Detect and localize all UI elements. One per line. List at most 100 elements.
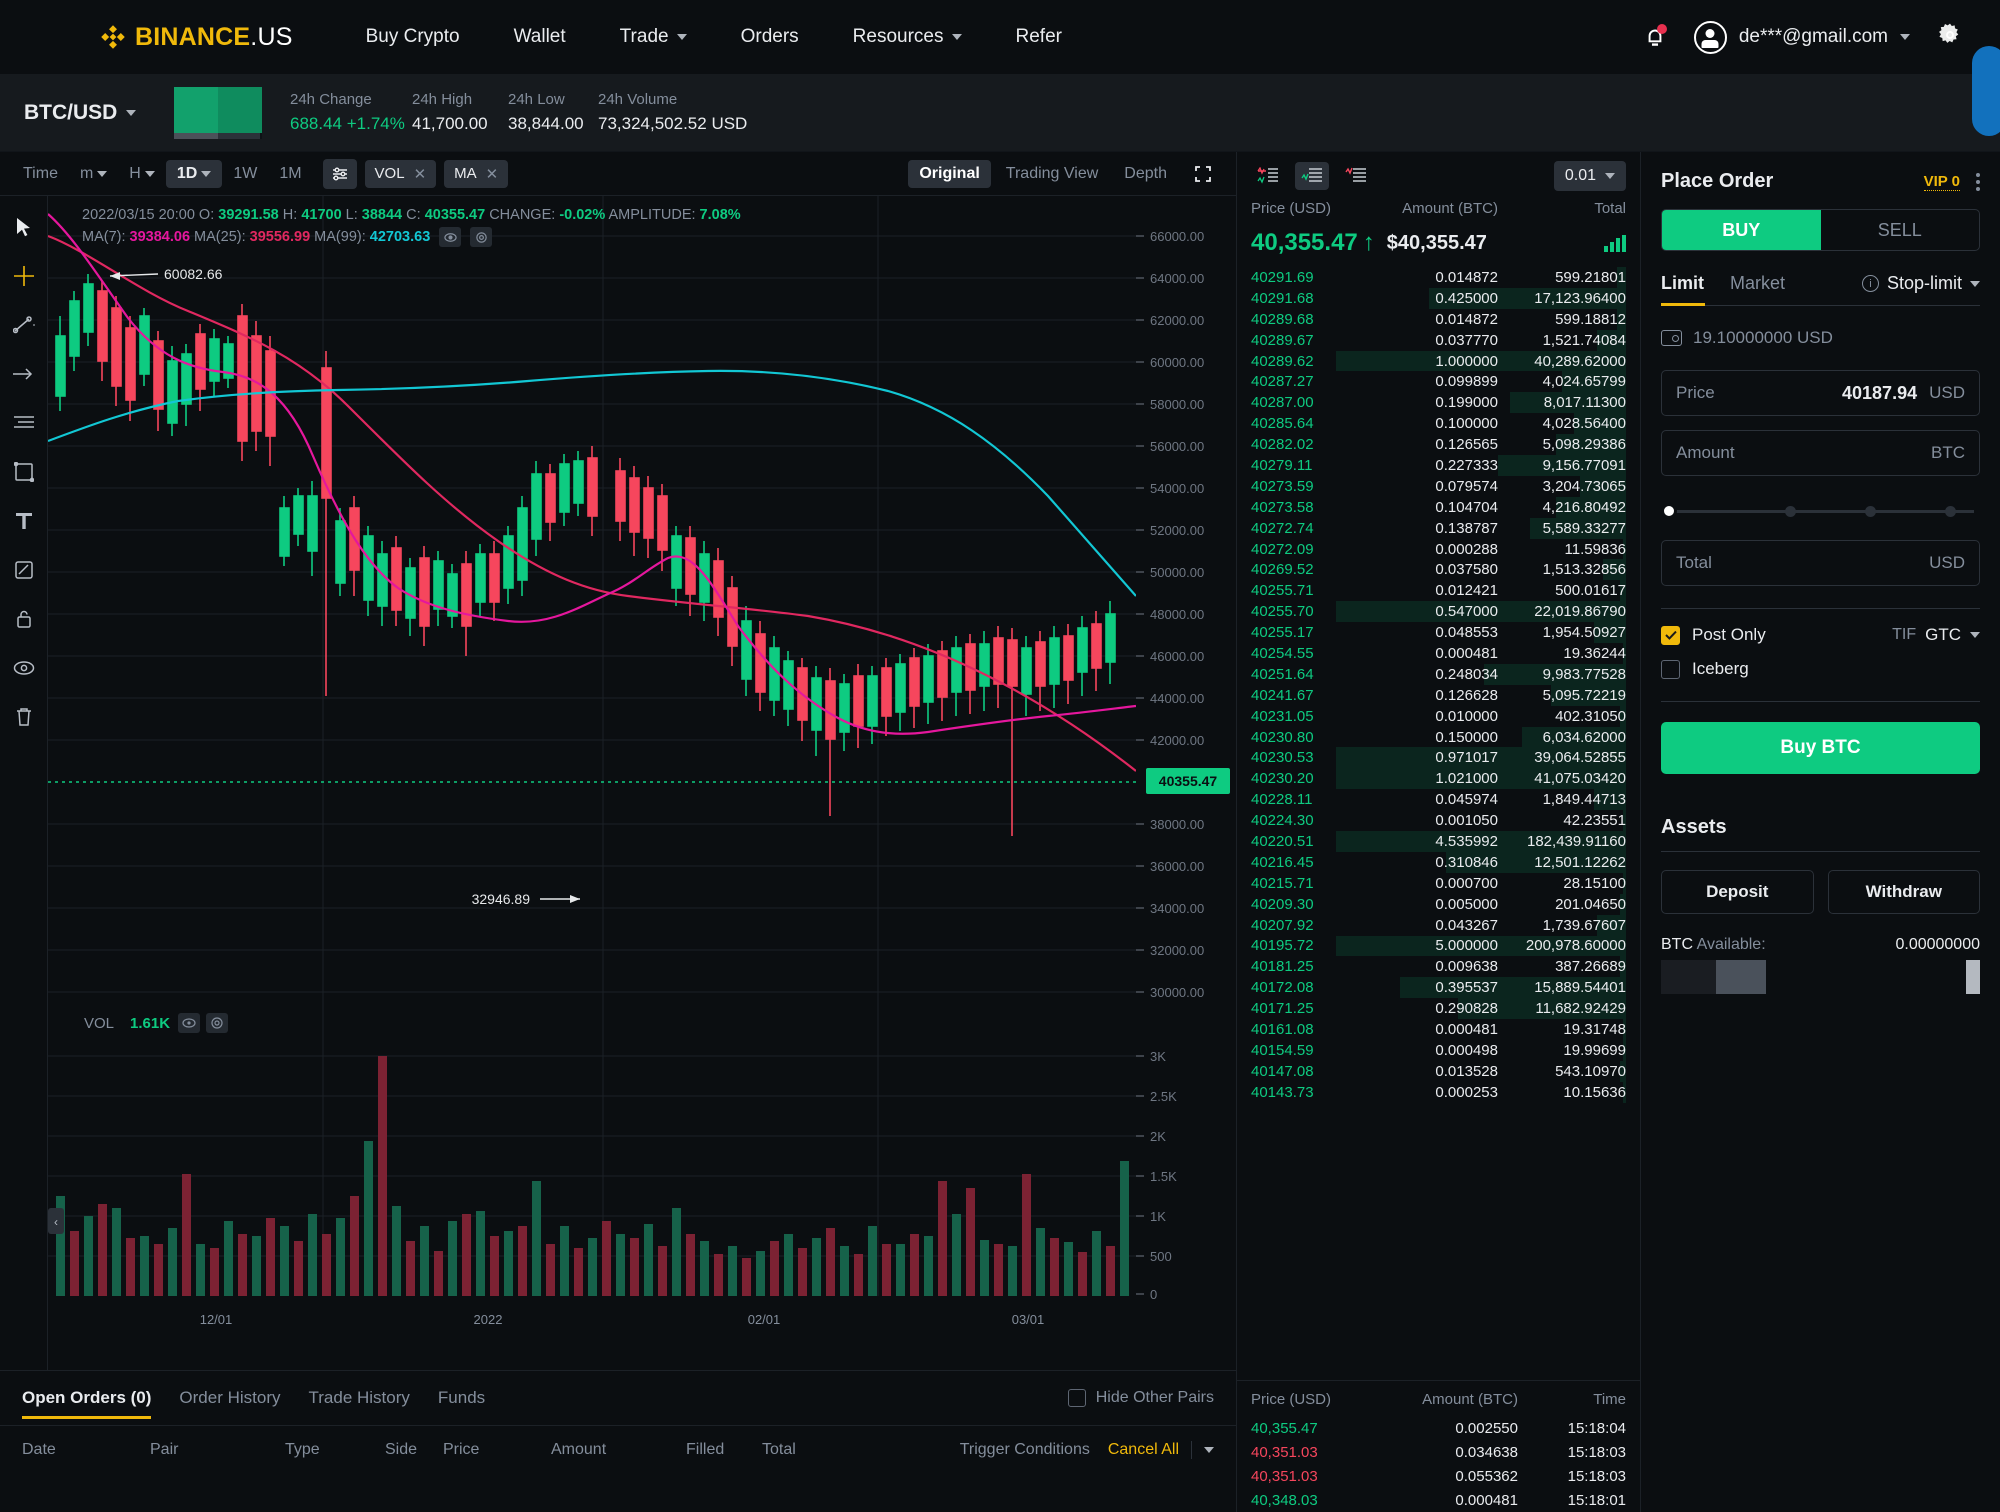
order-book-row[interactable]: 40154.590.00049819.99699	[1237, 1040, 1640, 1061]
nav-item-orders[interactable]: Orders	[714, 26, 826, 48]
price-chart-plot[interactable]: 60082.66 32946.89	[48, 196, 1236, 1370]
tab-trade-history[interactable]: Trade History	[295, 1371, 424, 1425]
brush-tool-icon[interactable]	[11, 557, 37, 583]
book-view-bids-icon[interactable]	[1295, 162, 1329, 190]
visibility-tool-icon[interactable]	[11, 655, 37, 681]
sell-tab[interactable]: SELL	[1821, 210, 1980, 250]
order-book-row[interactable]: 40287.270.0998994,024.65799	[1237, 371, 1640, 392]
order-book-row[interactable]: 40272.740.1387875,589.33277	[1237, 518, 1640, 539]
order-book-row[interactable]: 40291.690.014872599.21801	[1237, 267, 1640, 288]
order-book-row[interactable]: 40289.680.014872599.18812	[1237, 309, 1640, 330]
fullscreen-icon[interactable]	[1182, 159, 1224, 189]
close-icon[interactable]: ✕	[414, 165, 427, 183]
stop-limit-selector[interactable]: i Stop-limit	[1862, 273, 1980, 294]
order-book-row[interactable]: 40273.580.1047044,216.80492	[1237, 497, 1640, 518]
order-book-row[interactable]: 40143.730.00025310.15636	[1237, 1082, 1640, 1103]
checkbox-icon[interactable]	[1068, 1389, 1086, 1407]
order-book-row[interactable]: 40289.670.0377701,521.74084	[1237, 330, 1640, 351]
order-book-row[interactable]: 40209.300.005000201.04650	[1237, 894, 1640, 915]
order-book-row[interactable]: 40195.725.000000200,978.60000	[1237, 936, 1640, 957]
indicator-chip-ma[interactable]: MA ✕	[444, 160, 508, 188]
order-book-row[interactable]: 40172.080.39553715,889.54401	[1237, 977, 1640, 998]
interval-1m[interactable]: 1M	[268, 160, 312, 188]
nav-item-resources[interactable]: Resources	[826, 26, 989, 48]
order-book-row[interactable]: 40228.110.0459741,849.44713	[1237, 789, 1640, 810]
delete-tool-icon[interactable]	[11, 704, 37, 730]
amount-percent-slider[interactable]	[1661, 496, 1980, 526]
order-book-row[interactable]: 40216.450.31084612,501.12262	[1237, 852, 1640, 873]
order-book-row[interactable]: 40241.670.1266285,095.72219	[1237, 685, 1640, 706]
order-book-row[interactable]: 40269.520.0375801,513.32856	[1237, 559, 1640, 580]
order-book-rows[interactable]: 40291.690.014872599.2180140291.680.42500…	[1237, 267, 1640, 1380]
order-book-row[interactable]: 40251.640.2480349,983.77528	[1237, 664, 1640, 685]
deposit-button[interactable]: Deposit	[1661, 870, 1814, 914]
more-options-icon[interactable]	[1976, 173, 1980, 191]
view-depth[interactable]: Depth	[1113, 160, 1178, 188]
tab-market[interactable]: Market	[1730, 273, 1785, 294]
order-book-row[interactable]: 40231.050.010000402.31050	[1237, 706, 1640, 727]
eye-icon[interactable]	[439, 227, 461, 247]
interval-minutes[interactable]: m	[69, 160, 118, 188]
lock-tool-icon[interactable]	[11, 606, 37, 632]
order-book-row[interactable]: 40181.250.009638387.26689	[1237, 956, 1640, 977]
arrow-tool-icon[interactable]	[11, 361, 37, 387]
slider-node-50[interactable]	[1865, 506, 1876, 517]
amount-field[interactable]: Amount BTC	[1661, 430, 1980, 476]
order-book-row[interactable]: 40255.710.012421500.01617	[1237, 580, 1640, 601]
order-book-row[interactable]: 40272.090.00028811.59836	[1237, 539, 1640, 560]
book-view-both-icon[interactable]	[1251, 162, 1285, 190]
order-book-row[interactable]: 40147.080.013528543.10970	[1237, 1061, 1640, 1082]
slider-knob[interactable]	[1661, 503, 1677, 519]
order-book-row[interactable]: 40230.201.02100041,075.03420	[1237, 768, 1640, 789]
book-view-asks-icon[interactable]	[1339, 162, 1373, 190]
order-book-row[interactable]: 40255.170.0485531,954.50927	[1237, 622, 1640, 643]
order-book-row[interactable]: 40230.530.97101739,064.52855	[1237, 747, 1640, 768]
post-only-checkbox[interactable]	[1661, 626, 1680, 645]
interval-1d[interactable]: 1D	[166, 160, 222, 188]
slider-node-25[interactable]	[1785, 506, 1796, 517]
order-book-row[interactable]: 40161.080.00048119.31748	[1237, 1019, 1640, 1040]
tab-limit[interactable]: Limit	[1661, 273, 1704, 294]
price-field[interactable]: Price 40187.94 USD	[1661, 370, 1980, 416]
order-book-row[interactable]: 40220.514.535992182,439.91160	[1237, 831, 1640, 852]
trend-line-tool-icon[interactable]	[11, 312, 37, 338]
notifications-button[interactable]	[1642, 24, 1668, 50]
order-book-row[interactable]: 40289.621.00000040,289.62000	[1237, 351, 1640, 372]
order-book-row[interactable]: 40207.920.0432671,739.67607	[1237, 915, 1640, 936]
order-book-row[interactable]: 40285.640.1000004,028.56400	[1237, 413, 1640, 434]
total-field[interactable]: Total USD	[1661, 540, 1980, 586]
close-icon[interactable]: ✕	[486, 165, 499, 183]
order-book-row[interactable]: 40230.800.1500006,034.62000	[1237, 727, 1640, 748]
indicator-settings-icon[interactable]	[323, 159, 357, 189]
order-book-row[interactable]: 40215.710.00070028.15100	[1237, 873, 1640, 894]
order-book-row[interactable]: 40224.300.00105042.23551	[1237, 810, 1640, 831]
user-menu[interactable]: de***@gmail.com	[1694, 21, 1910, 54]
iceberg-checkbox[interactable]	[1661, 660, 1680, 679]
pair-selector[interactable]: BTC/USD	[24, 101, 174, 125]
horizontal-lines-tool-icon[interactable]	[11, 410, 37, 436]
order-book-row[interactable]: 40279.110.2273339,156.77091	[1237, 455, 1640, 476]
indicator-chip-vol[interactable]: VOL ✕	[365, 160, 437, 188]
cursor-tool-icon[interactable]	[11, 214, 37, 240]
settings-button[interactable]	[1936, 21, 1964, 54]
nav-item-refer[interactable]: Refer	[989, 26, 1089, 48]
brand-logo-link[interactable]: BINANCE.US	[100, 23, 293, 52]
view-original[interactable]: Original	[908, 160, 990, 188]
interval-1w[interactable]: 1W	[222, 160, 268, 188]
hide-other-pairs-toggle[interactable]: Hide Other Pairs	[1068, 1389, 1214, 1407]
order-book-row[interactable]: 40171.250.29082811,682.92429	[1237, 998, 1640, 1019]
nav-item-buy-crypto[interactable]: Buy Crypto	[339, 26, 487, 48]
order-book-row[interactable]: 40255.700.54700022,019.86790	[1237, 601, 1640, 622]
tab-funds[interactable]: Funds	[424, 1371, 499, 1425]
nav-item-wallet[interactable]: Wallet	[487, 26, 593, 48]
order-book-row[interactable]: 40287.000.1990008,017.11300	[1237, 392, 1640, 413]
buy-tab[interactable]: BUY	[1662, 210, 1821, 250]
tif-selector[interactable]: TIF GTC	[1892, 625, 1980, 645]
withdraw-button[interactable]: Withdraw	[1828, 870, 1981, 914]
order-book-row[interactable]: 40291.680.42500017,123.96400	[1237, 288, 1640, 309]
depth-indicator-icon[interactable]	[1604, 235, 1626, 252]
tab-open-orders[interactable]: Open Orders (0)	[22, 1371, 165, 1425]
nav-item-trade[interactable]: Trade	[593, 26, 714, 48]
order-book-row[interactable]: 40273.590.0795743,204.73065	[1237, 476, 1640, 497]
submit-buy-button[interactable]: Buy BTC	[1661, 722, 1980, 774]
